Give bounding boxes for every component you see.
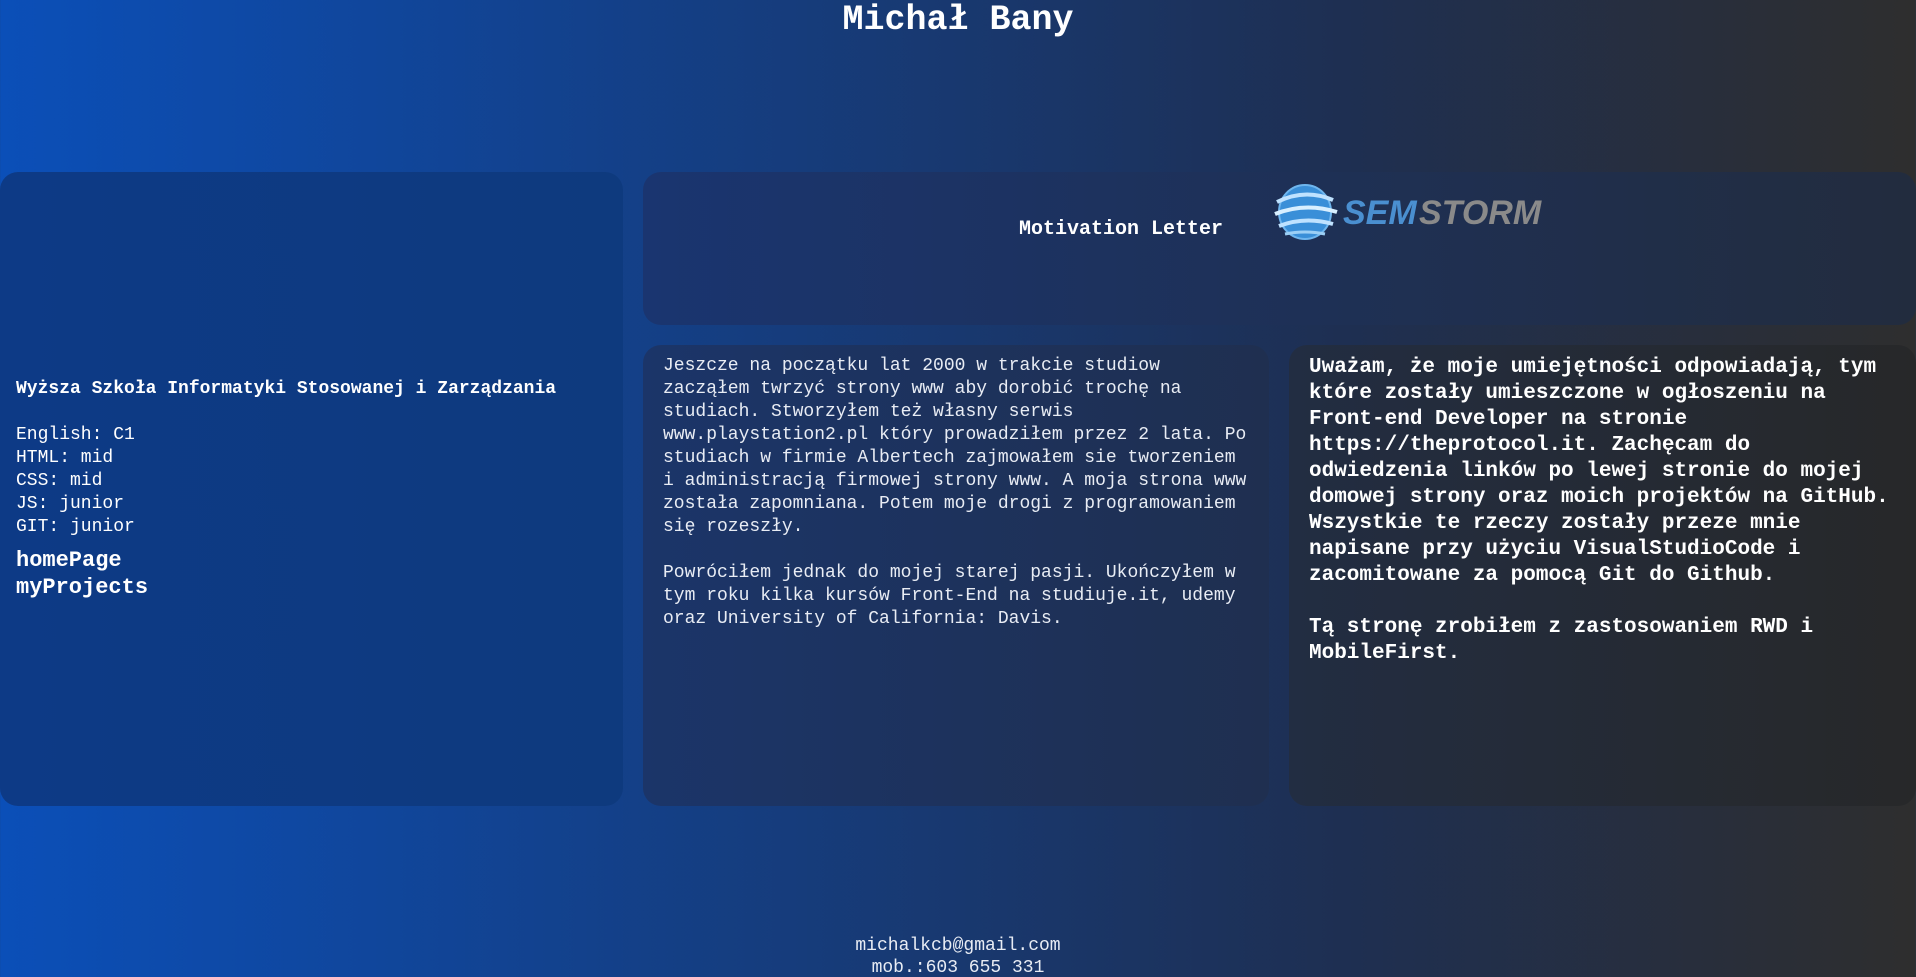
semstorm-logo: SEM STORM	[1274, 184, 1542, 240]
motivation-panel: Uważam, że moje umiejętności odpowiadają…	[1289, 345, 1916, 806]
skill-item: CSS: mid	[16, 470, 103, 491]
skill-item: GIT: junior	[16, 516, 135, 537]
motivation-paragraph: Tą stronę zrobiłem z zastosowaniem RWD i…	[1309, 616, 1814, 665]
footer: michalkcb@gmail.com mob.:603 655 331	[0, 935, 1916, 977]
semstorm-logo-sem: SEM	[1343, 194, 1417, 232]
motivation-letter-heading: Motivation Letter	[1019, 218, 1224, 241]
contact-phone: mob.:603 655 331	[871, 958, 1045, 977]
sidebar-panel: Wyższa Szkoła Informatyki Stosowanej i Z…	[0, 172, 623, 806]
homepage-link[interactable]: homePage	[16, 547, 607, 574]
story-paragraph: Powróciłem jednak do mojej starej pasji.…	[663, 563, 1236, 629]
semstorm-logo-storm: STORM	[1419, 194, 1542, 232]
contact-email: michalkcb@gmail.com	[855, 936, 1061, 956]
skill-item: HTML: mid	[16, 447, 114, 468]
skill-item: English: C1	[16, 424, 135, 445]
motivation-paragraph: Uważam, że moje umiejętności odpowiadają…	[1309, 356, 1889, 587]
story-text: Jeszcze na początku lat 2000 w trakcie s…	[663, 355, 1249, 631]
story-paragraph: Jeszcze na początku lat 2000 w trakcie s…	[663, 356, 1247, 537]
page-title: Michał Bany	[842, 0, 1074, 40]
school-name: Wyższa Szkoła Informatyki Stosowanej i Z…	[16, 378, 557, 399]
skill-item: JS: junior	[16, 493, 125, 514]
header-panel: Motivation Letter SEM STORM	[643, 172, 1916, 325]
motivation-text: Uważam, że moje umiejętności odpowiadają…	[1309, 355, 1896, 667]
story-panel: Jeszcze na początku lat 2000 w trakcie s…	[643, 345, 1269, 806]
semstorm-globe-icon	[1274, 184, 1338, 240]
skills-list: English: C1 HTML: mid CSS: mid JS: junio…	[16, 424, 607, 539]
my-projects-link[interactable]: myProjects	[16, 574, 607, 601]
